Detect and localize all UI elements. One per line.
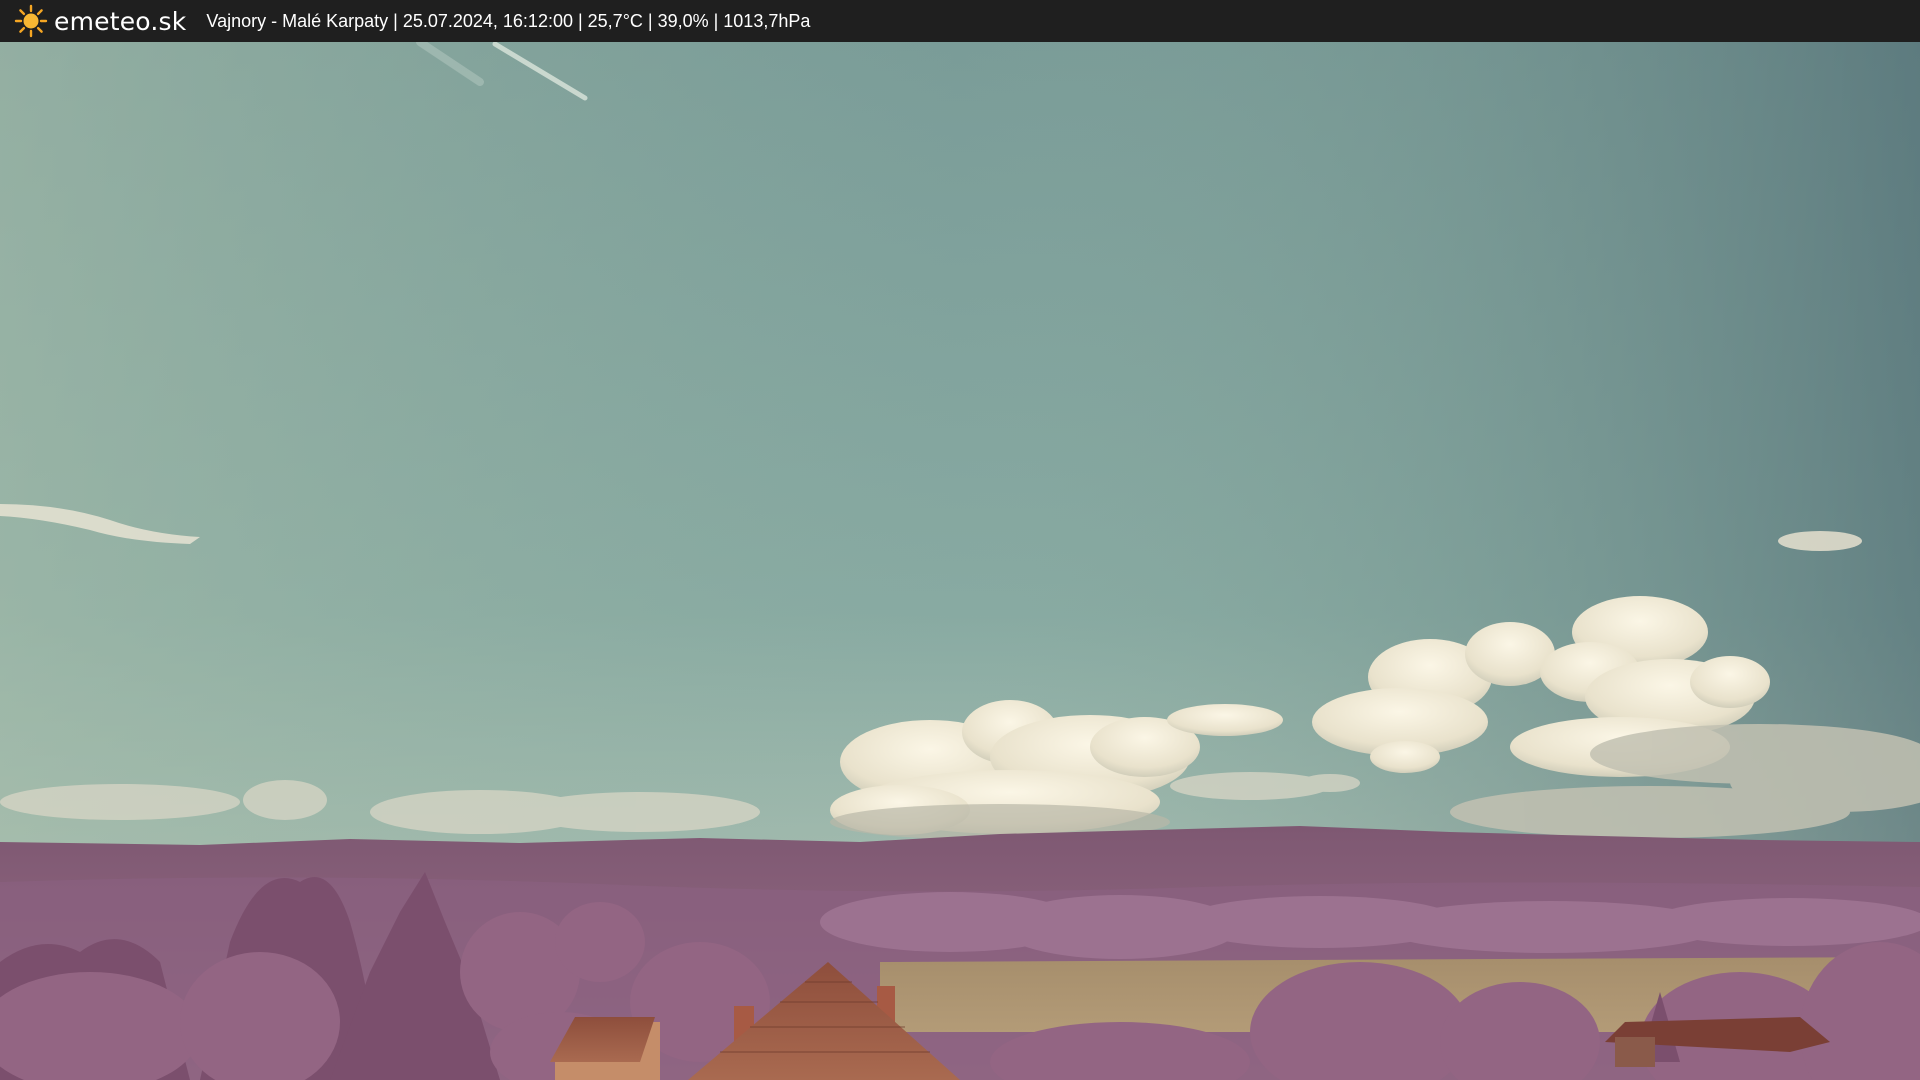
webcam-image: [0, 42, 1920, 1080]
header-bar: emeteo.sk Vajnory - Malé Karpaty | 25.07…: [0, 0, 1920, 42]
sun-icon: [14, 4, 48, 38]
station-info: Vajnory - Malé Karpaty | 25.07.2024, 16:…: [206, 10, 811, 31]
logo-text: emeteo.sk: [54, 6, 187, 36]
logo[interactable]: emeteo.sk: [14, 4, 186, 38]
